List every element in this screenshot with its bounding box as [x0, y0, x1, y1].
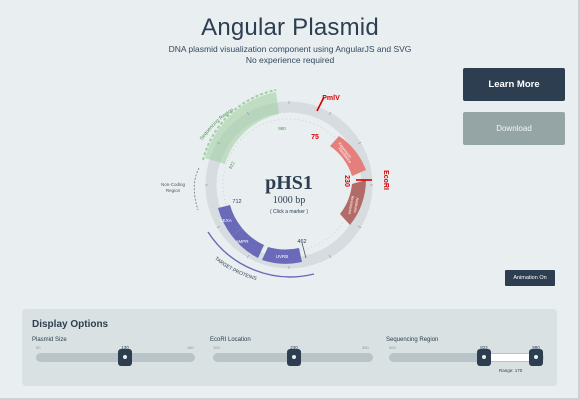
marker-462-line	[301, 242, 307, 259]
display-options-title: Display Options	[32, 319, 109, 330]
plasmid-name: pHS1	[265, 172, 313, 194]
sequencing-region-high-handle[interactable]	[529, 349, 543, 366]
click-hint: ( Click a marker )	[270, 209, 308, 215]
plasmid-size-max: 180	[187, 345, 194, 350]
display-options-panel: Display Options Plasmid Size 90 180 130 …	[22, 309, 557, 386]
plasmid-size-min: 90	[36, 345, 41, 350]
pmlv-label[interactable]: PmlV	[322, 95, 340, 102]
plasmid-size-track[interactable]	[36, 353, 195, 362]
non-coding-label-1: Non-Coding	[161, 182, 186, 187]
ecori-location-max: 350	[362, 345, 369, 350]
ecori-location-handle[interactable]	[287, 349, 301, 366]
non-coding-label-2: Region	[166, 188, 181, 193]
sequencing-region-slider-label: Sequencing Region	[386, 337, 439, 343]
plasmid-size-label: Plasmid Size	[32, 337, 67, 343]
plasmid-size-handle[interactable]	[118, 349, 132, 366]
position-712-label: 712	[232, 199, 241, 205]
position-462-label: 462	[297, 239, 306, 245]
sequencing-region-range-label: Range: 170	[499, 368, 523, 373]
lexa-label: LEXA	[220, 218, 232, 223]
ecori-label[interactable]: EcoRI	[382, 170, 389, 190]
ecori-location-label: EcoRI Location	[210, 337, 251, 343]
ampr-label: AMPR	[235, 239, 249, 244]
position-230-label: 230	[343, 175, 350, 187]
sequencing-region-low-handle[interactable]	[477, 349, 491, 366]
position-75-label: 75	[311, 134, 319, 141]
sequencing-region-min: 900	[389, 345, 396, 350]
plasmid-size: 1000 bp	[273, 195, 306, 206]
non-coding-bracket	[193, 167, 200, 211]
sequencing-region-feature[interactable]	[205, 92, 279, 164]
position-822-label: 822	[228, 160, 236, 169]
position-980-label: 980	[278, 126, 286, 131]
ecori-location-min: 100	[213, 345, 220, 350]
uvrb-label: UVRB	[276, 254, 289, 259]
